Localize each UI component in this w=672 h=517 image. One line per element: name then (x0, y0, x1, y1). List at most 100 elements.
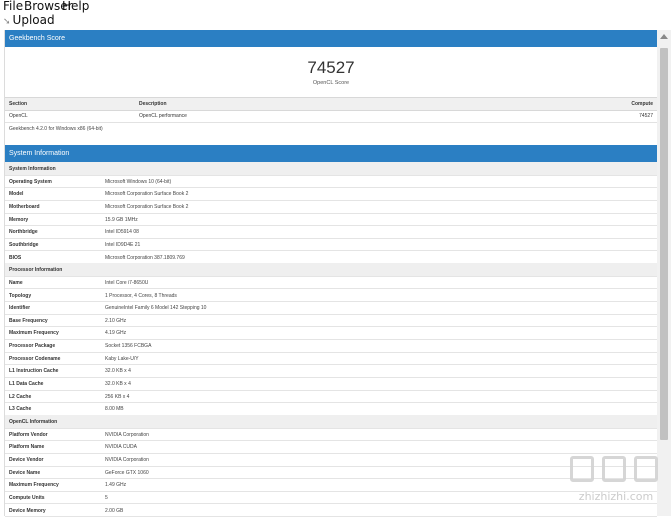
system-panel-title: System Information (5, 145, 657, 162)
info-row: Southbridge Intel ID9D4E 21 (5, 238, 657, 252)
info-key: Memory (9, 216, 29, 223)
info-value: NVIDIA CUDA (105, 444, 137, 451)
info-key: L1 Instruction Cache (9, 368, 59, 375)
info-value: 256 KB x 4 (105, 393, 130, 400)
info-key: L1 Data Cache (9, 381, 44, 388)
info-key: OpenCL Information (9, 419, 58, 425)
watermark-glyph (570, 456, 594, 482)
info-key: Device Vendor (9, 456, 44, 463)
info-value: Intel ID9D4E 21 (105, 241, 141, 248)
info-key: Model (9, 191, 24, 198)
info-key: Device Memory (9, 507, 46, 514)
menu-file[interactable]: File (3, 0, 23, 13)
info-row: L3 Cache 8.00 MB (5, 402, 657, 416)
score-panel-title: Geekbench Score (5, 30, 657, 47)
info-value: Microsoft Corporation 387.1809.769 (105, 254, 185, 261)
info-key: Identifier (9, 305, 31, 312)
info-row: Processor Package Socket 1356 FCBGA (5, 339, 657, 353)
info-key: Southbridge (9, 241, 39, 248)
vertical-scrollbar[interactable] (657, 30, 671, 516)
info-key: L3 Cache (9, 406, 32, 413)
info-value: Microsoft Corporation Surface Book 2 (105, 191, 189, 198)
info-value: Intel Core i7-8650U (105, 279, 149, 286)
info-key: Compute Units (9, 494, 45, 501)
info-key: Operating System (9, 178, 52, 185)
info-value: Intel ID5914 08 (105, 229, 139, 236)
info-value: Microsoft Windows 10 (64-bit) (105, 178, 172, 185)
score-table-row: OpenCL OpenCL performance 74527 (5, 110, 657, 123)
info-row: BIOS Microsoft Corporation 387.1809.769 (5, 251, 657, 265)
info-row: Operating System Microsoft Windows 10 (64… (5, 175, 657, 189)
info-value: 32.0 KB x 4 (105, 368, 131, 375)
info-value: GeForce GTX 1060 (105, 469, 149, 476)
info-value: 15.9 GB 1MHz (105, 216, 138, 223)
info-value: Kaby Lake-U/Y (105, 355, 139, 362)
row-section: OpenCL (9, 113, 28, 119)
section-header-row: OpenCL Information (5, 415, 657, 429)
info-key: System Information (9, 166, 56, 172)
info-row: Maximum Frequency 1.49 GHz (5, 478, 657, 492)
info-value: 4.19 GHz (105, 330, 127, 337)
info-value: Microsoft Corporation Surface Book 2 (105, 203, 189, 210)
header-compute: Compute (631, 101, 653, 107)
info-value: NVIDIA Corporation (105, 456, 149, 463)
info-row: L1 Instruction Cache 32.0 KB x 4 (5, 364, 657, 378)
opencl-score-label: OpenCL Score (312, 80, 350, 86)
watermark-glyph (634, 456, 658, 482)
info-row: Name Intel Core i7-8650U (5, 276, 657, 290)
info-row: Base Frequency 2.10 GHz (5, 314, 657, 328)
info-row: Maximum Frequency 4.19 GHz (5, 326, 657, 341)
info-value: NVIDIA Corporation (105, 431, 149, 438)
info-value: 1.49 GHz (105, 482, 127, 489)
info-row: Processor Codename Kaby Lake-U/Y (5, 352, 657, 366)
info-value: Socket 1356 FCBGA (105, 343, 152, 350)
info-key: Northbridge (9, 229, 38, 236)
info-value: 5 (105, 494, 108, 501)
info-value: 2.10 GHz (105, 317, 127, 324)
row-compute: 74527 (639, 113, 653, 119)
watermark-glyph (602, 456, 626, 482)
info-key: Topology (9, 292, 32, 299)
info-key: Motherboard (9, 203, 40, 210)
info-key: Processor Package (9, 343, 56, 350)
info-row: Motherboard Microsoft Corporation Surface… (5, 200, 657, 214)
menu-bar: File Browser Help (0, 0, 672, 13)
info-value: 2.00 GB (105, 507, 124, 514)
upload-icon: ➘ (3, 17, 11, 27)
info-value: 8.00 MB (105, 406, 124, 413)
watermark-logo: zhizhizhi.com (566, 452, 666, 512)
info-key: Platform Name (9, 444, 45, 451)
info-row: L2 Cache 256 KB x 4 (5, 390, 657, 404)
watermark-text: zhizhizhi.com (578, 490, 654, 503)
info-key: Maximum Frequency (9, 482, 59, 489)
geekbench-version: Geekbench 4.2.0 for Windows x86 (64-bit) (9, 126, 103, 132)
info-row: Platform Name NVIDIA CUDA (5, 440, 657, 454)
info-key: L2 Cache (9, 393, 32, 400)
info-row: Model Microsoft Corporation Surface Book … (5, 187, 657, 201)
menu-help[interactable]: Help (62, 0, 89, 13)
info-key: Platform Vendor (9, 431, 48, 438)
info-row: Northbridge Intel ID5914 08 (5, 225, 657, 239)
upload-button[interactable]: ➘ Upload (3, 13, 55, 27)
info-key: Maximum Frequency (9, 330, 59, 337)
upload-label: Upload (12, 13, 55, 27)
info-row: Device Vendor NVIDIA Corporation (5, 453, 657, 467)
results-page: Geekbench Score 74527 OpenCL Score Secti… (4, 30, 658, 517)
section-header-row: Processor Information (5, 263, 657, 277)
info-value: 32.0 KB x 4 (105, 381, 131, 388)
info-key: BIOS (9, 254, 22, 261)
info-row: Topology 1 Processor, 4 Cores, 8 Threads (5, 289, 657, 303)
info-row: Memory 15.9 GB 1MHz (5, 213, 657, 227)
opencl-score-value: 74527 (307, 58, 355, 77)
info-key: Device Name (9, 469, 41, 476)
scroll-up-arrow-icon[interactable] (660, 34, 668, 39)
info-row: L1 Data Cache 32.0 KB x 4 (5, 377, 657, 391)
info-value: 1 Processor, 4 Cores, 8 Threads (105, 292, 177, 299)
row-description: OpenCL performance (139, 113, 187, 119)
info-row: Device Memory 2.00 GB (5, 504, 657, 517)
scroll-thumb[interactable] (660, 48, 668, 440)
info-key: Name (9, 279, 23, 286)
info-key: Processor Information (9, 267, 63, 274)
info-row: Identifier GenuineIntel Family 6 Model 14… (5, 301, 657, 315)
section-header-row: System Information (5, 162, 657, 176)
